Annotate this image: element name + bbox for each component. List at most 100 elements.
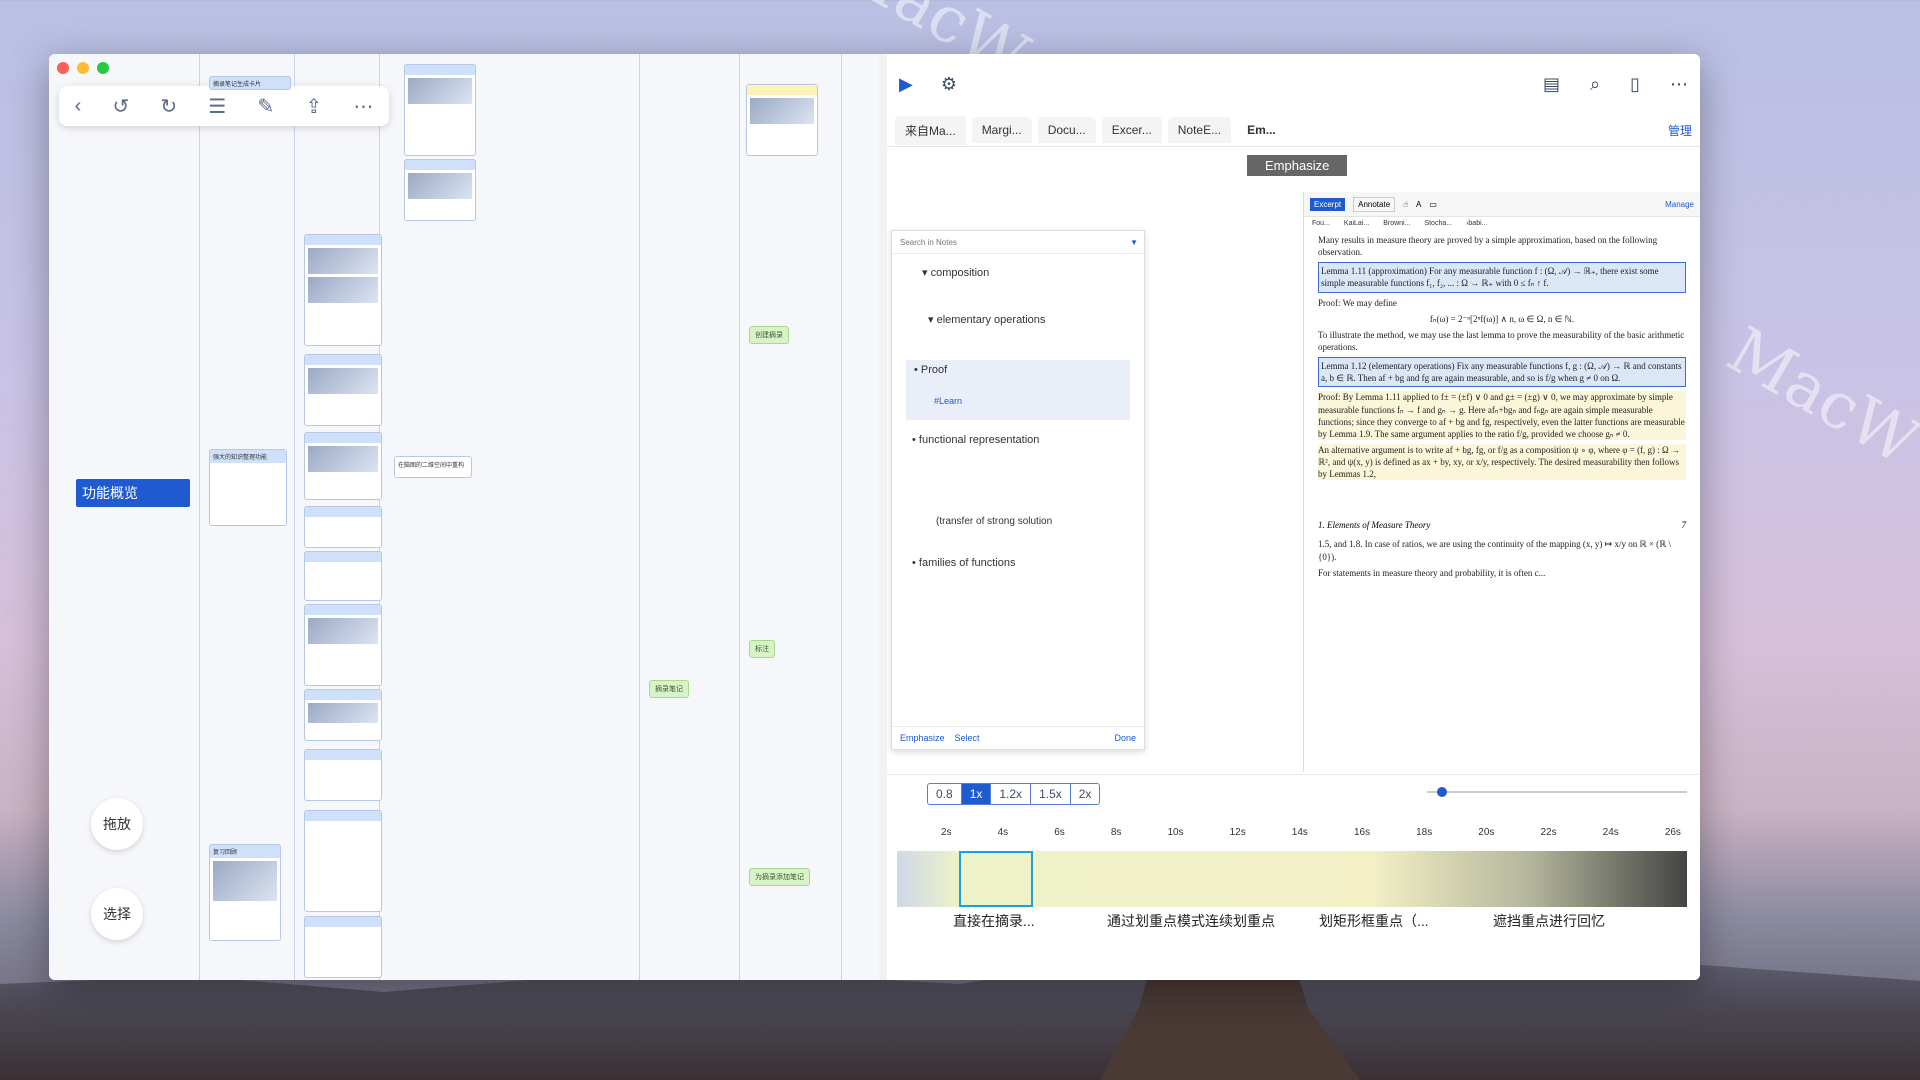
speed-option[interactable]: 0.8 [928,784,962,804]
mini-tab[interactable]: Browni... [1383,220,1410,227]
tick-label: 8s [1110,827,1122,838]
mindmap-canvas[interactable]: ‹ ↺ ↻ ☰ ✎ ⇪ ⋯ 功能概览 摘录笔记生成卡片 强大的知识整理功能 复习… [49,54,879,980]
green-node[interactable]: 为摘录添加笔记 [749,868,810,886]
green-node-label: 为摘录添加笔记 [755,874,804,881]
tick-label: 12s [1229,827,1246,838]
drag-button-label: 拖放 [103,816,131,832]
tab-document-active[interactable]: Em... [1237,117,1286,143]
document-icon[interactable]: ▤ [1543,74,1560,95]
green-node[interactable]: 创建摘录 [749,326,789,344]
done-button[interactable]: Done [1114,733,1136,743]
mindmap-node[interactable]: 复习回顾 [209,844,281,941]
tab-label: 来自Ma... [905,123,956,138]
mindmap-node[interactable] [304,689,382,741]
note-item[interactable]: ▾ elementary operations [928,313,1108,326]
lemma-highlight[interactable]: Lemma 1.12 (elementary operations) Fix a… [1318,357,1686,388]
mindmap-node[interactable] [304,506,382,548]
close-button[interactable] [57,62,69,74]
split-divider[interactable] [879,54,887,980]
note-item[interactable]: • Proof #Learn [906,360,1130,420]
timeline-clip-label[interactable]: 直接在摘录... [953,911,1035,931]
speed-option[interactable]: 2x [1071,784,1100,804]
redo-icon[interactable]: ↻ [160,94,177,119]
tab-label: Docu... [1047,123,1086,137]
main-node[interactable]: 功能概览 [76,479,190,507]
annotate-tab[interactable]: Annotate [1353,196,1396,212]
timeline-strip[interactable] [897,851,1687,907]
document-toolbar: ▶ ⚙ ▤ ⌕ ▯ ⋯ [887,54,1700,114]
lemma-highlight[interactable]: Lemma 1.11 (approximation) For any measu… [1318,262,1686,293]
note-item[interactable]: • functional representation [912,434,1124,446]
search-icon[interactable]: ⌕ [1590,74,1600,95]
rect-icon[interactable]: ▭ [1429,200,1437,209]
minimize-button[interactable] [77,62,89,74]
mindmap-node[interactable] [746,84,818,156]
mindmap-node[interactable] [304,234,382,346]
note-item[interactable]: ▾ composition [922,266,1114,279]
mindmap-toolbar: ‹ ↺ ↻ ☰ ✎ ⇪ ⋯ [59,86,389,126]
mini-tab[interactable]: KaiLai... [1344,220,1369,227]
speed-selector: 0.8 1x 1.2x 1.5x 2x [927,783,1101,805]
tick-label: 24s [1602,827,1619,838]
mindmap-node[interactable] [304,916,382,978]
note-item[interactable]: • families of functions [912,557,1124,569]
bookmark-icon[interactable]: ▯ [1630,74,1640,95]
more-icon[interactable]: ⋯ [353,94,373,119]
timeline-clip-label[interactable]: 划矩形框重点（... [1319,911,1429,931]
tab-document[interactable]: NoteE... [1167,117,1232,143]
tab-document[interactable]: Excer... [1101,117,1162,143]
mindmap-node[interactable]: 摘录笔记生成卡片 [209,76,291,90]
select-button[interactable]: 选择 [91,888,143,940]
mini-tab[interactable]: Fou... [1312,220,1330,227]
green-node[interactable]: 标注 [749,640,775,658]
speed-option-active[interactable]: 1x [961,784,992,804]
settings-icon[interactable]: ⚙ [941,74,957,95]
mini-tab[interactable]: ›babi... [1466,220,1487,227]
edit-icon[interactable]: ✎ [257,94,274,119]
tab-document[interactable]: 来自Ma... [895,115,966,145]
select-button-label: 选择 [103,906,131,922]
back-icon[interactable]: ‹ [75,95,82,118]
timeline-clip-label[interactable]: 遮挡重点进行回忆 [1493,911,1605,931]
timeline-selection[interactable] [959,851,1033,907]
mindmap-node[interactable] [304,810,382,912]
excerpt-tab[interactable]: Excerpt [1310,197,1346,211]
notes-search-input[interactable] [898,236,1082,248]
share-icon[interactable]: ⇪ [305,94,322,119]
timeline-clip-label[interactable]: 通过划重点模式连续划重点 [1107,911,1275,931]
speed-option[interactable]: 1.2x [991,784,1032,804]
tab-document[interactable]: Docu... [1037,117,1096,143]
select-button[interactable]: Select [955,733,980,743]
link-label[interactable]: 在脑图的二维空间中重构 [394,456,472,478]
pdf-paragraph: To illustrate the method, we may use the… [1318,329,1685,352]
green-node[interactable]: 摘录笔记 [649,680,689,698]
list-icon[interactable]: ☰ [208,94,226,119]
speed-option[interactable]: 1.5x [1031,784,1071,804]
play-icon[interactable]: ▶ [899,74,913,95]
mindmap-node[interactable] [304,749,382,801]
hand-icon[interactable]: ☝ [1403,200,1408,209]
drag-button[interactable]: 拖放 [91,798,143,850]
zoom-button[interactable] [97,62,109,74]
emphasize-button[interactable]: Emphasize [900,733,945,743]
mindmap-node[interactable]: 强大的知识整理功能 [209,449,287,526]
mindmap-node[interactable] [304,354,382,426]
mini-tab[interactable]: Stocha... [1424,220,1452,227]
mindmap-node[interactable] [304,604,382,686]
mindmap-node[interactable] [304,432,382,500]
mindmap-node[interactable] [304,551,382,601]
text-icon[interactable]: A [1416,200,1421,209]
more-icon[interactable]: ⋯ [1670,74,1688,95]
zoom-slider-handle[interactable] [1437,787,1447,797]
undo-icon[interactable]: ↺ [112,94,129,119]
filter-icon[interactable]: ▼ [1130,238,1138,247]
tick-label: 14s [1291,827,1308,838]
manage-link[interactable]: 管理 [1668,122,1692,139]
pdf-viewer[interactable]: Excerpt Annotate ☝ A ▭ Manage Fou... Kai… [1303,192,1700,772]
mindmap-node[interactable] [404,159,476,221]
tab-document[interactable]: Margi... [971,117,1032,143]
mindmap-node[interactable] [404,64,476,156]
zoom-slider[interactable] [1427,787,1687,797]
tick-label: 6s [1054,827,1065,838]
manage-link[interactable]: Manage [1665,200,1694,209]
